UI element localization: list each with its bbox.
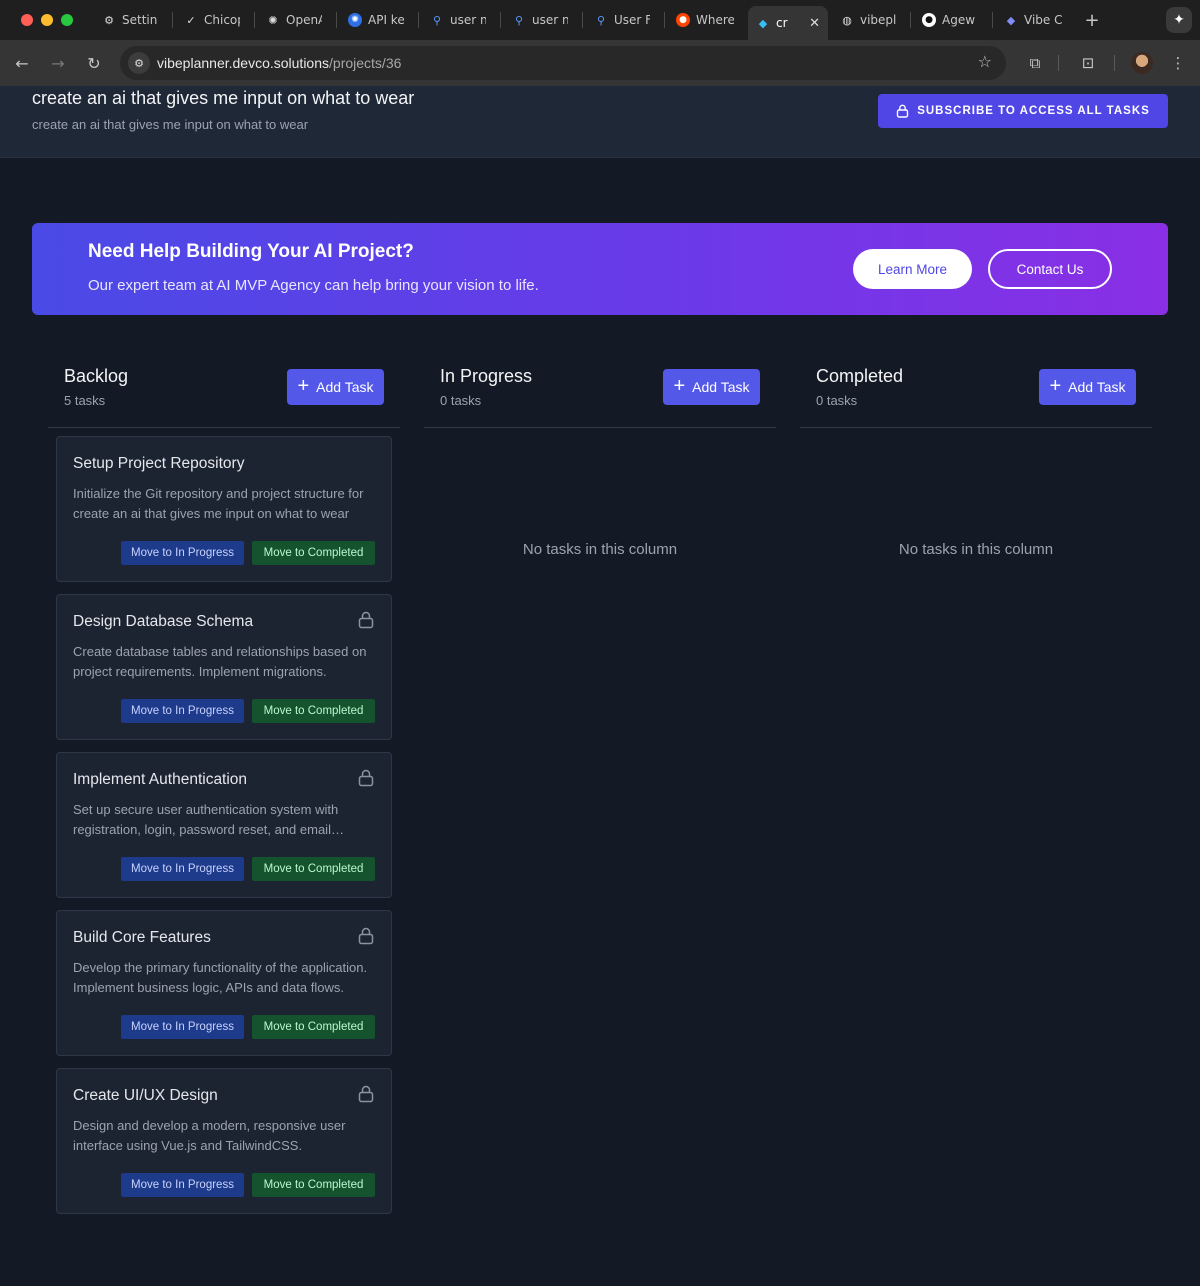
url-text: vibeplanner.devco.solutions/projects/36 — [157, 55, 402, 71]
menu-kebab-icon[interactable]: ⋮ — [1167, 52, 1189, 74]
task-description: Develop the primary functionality of the… — [73, 960, 368, 995]
lock-icon — [358, 927, 374, 945]
minimize-window-button[interactable] — [41, 14, 53, 26]
move-to-completed-button[interactable]: Move to Completed — [252, 1015, 375, 1039]
move-to-completed-button[interactable]: Move to Completed — [252, 699, 375, 723]
column-title: Backlog — [64, 366, 129, 386]
task-card[interactable]: Design Database Schema Create database t… — [56, 594, 392, 740]
column-title: Completed — [816, 366, 904, 386]
browser-tab-settings[interactable]: ⚙ Settings — [94, 6, 166, 34]
check-icon: ✓ — [186, 13, 196, 27]
gemini-icon[interactable]: ✦ — [1166, 7, 1192, 33]
task-card[interactable]: Implement Authentication Set up secure u… — [56, 752, 392, 898]
task-card[interactable]: Create UI/UX Design Design and develop a… — [56, 1068, 392, 1214]
column-backlog-header: Backlog 5 tasks + Add Task — [48, 360, 400, 428]
column-completed-header: Completed 0 tasks + Add Task — [800, 360, 1152, 428]
globe-icon: ◍ — [842, 13, 852, 27]
browser-tab-bar: ⚙ Settings ✓ Chicop ✺ OpenAI ✺ API keys … — [0, 0, 1200, 40]
browser-tab-vibe[interactable]: ◆ Vibe C — [996, 6, 1070, 34]
add-task-button[interactable]: + Add Task — [1039, 369, 1136, 405]
task-title: Setup Project Repository — [73, 455, 245, 472]
extensions-icon[interactable]: ⧉ — [1024, 52, 1046, 74]
browser-tab-search-1[interactable]: ⚲ user n — [422, 6, 494, 34]
task-card[interactable]: Setup Project Repository Initialize the … — [56, 436, 392, 582]
browser-tab-chicop[interactable]: ✓ Chicop — [176, 6, 248, 34]
project-title: create an ai that gives me input on what… — [32, 88, 415, 108]
lock-icon — [896, 104, 909, 118]
empty-column-message: No tasks in this column — [522, 541, 678, 558]
add-task-button[interactable]: + Add Task — [663, 369, 760, 405]
close-window-button[interactable] — [21, 14, 33, 26]
lock-icon — [358, 769, 374, 787]
plus-icon: + — [297, 375, 310, 397]
back-button[interactable]: ← — [10, 51, 34, 75]
move-to-in-progress-button[interactable]: Move to In Progress — [121, 1015, 244, 1039]
reload-button[interactable]: ↻ — [82, 51, 106, 75]
plus-icon: + — [673, 375, 686, 397]
column-task-count: 0 tasks — [816, 393, 858, 408]
browser-tab-vibeplanner[interactable]: ◍ vibepl — [832, 6, 906, 34]
task-description: Create database tables and relationships… — [73, 644, 367, 679]
task-title: Design Database Schema — [73, 613, 254, 630]
browser-toolbar: ← → ↻ ⚙ vibeplanner.devco.solutions/proj… — [0, 40, 1200, 86]
move-to-in-progress-button[interactable]: Move to In Progress — [121, 857, 244, 881]
new-tab-button[interactable]: + — [1082, 8, 1102, 32]
github-icon: ● — [922, 13, 936, 27]
task-description: Initialize the Git repository and projec… — [73, 486, 364, 521]
close-tab-icon[interactable]: ✕ — [809, 16, 820, 31]
move-to-completed-button[interactable]: Move to Completed — [252, 541, 375, 565]
subscribe-button[interactable]: SUBSCRIBE TO ACCESS ALL TASKS — [878, 94, 1168, 128]
column-in-progress-header: In Progress 0 tasks + Add Task — [424, 360, 776, 428]
task-description: Set up secure user authentication system… — [73, 802, 339, 837]
tab-search-icon[interactable]: ⊡ — [1077, 52, 1099, 74]
search-icon: ⚲ — [432, 13, 442, 27]
empty-column-message: No tasks in this column — [898, 541, 1054, 558]
banner-title: Need Help Building Your AI Project? — [88, 241, 414, 262]
openai-blue-icon: ✺ — [348, 13, 362, 27]
browser-tab-api-keys[interactable]: ✺ API keys — [340, 6, 412, 34]
add-task-button[interactable]: + Add Task — [287, 369, 384, 405]
browser-tab-openai[interactable]: ✺ OpenAI — [258, 6, 330, 34]
column-task-count: 5 tasks — [64, 393, 106, 408]
task-title: Create UI/UX Design — [73, 1087, 218, 1104]
profile-avatar[interactable] — [1131, 52, 1153, 74]
task-card[interactable]: Build Core Features Develop the primary … — [56, 910, 392, 1056]
plus-icon: + — [1049, 375, 1062, 397]
agency-banner: Need Help Building Your AI Project? Our … — [32, 223, 1168, 315]
site-info-icon[interactable]: ⚙ — [128, 52, 150, 74]
learn-more-button[interactable]: Learn More — [853, 249, 972, 289]
task-description: Design and develop a modern, responsive … — [73, 1118, 346, 1153]
address-bar[interactable]: ⚙ vibeplanner.devco.solutions/projects/3… — [120, 46, 1006, 80]
cube-icon: ◆ — [1006, 13, 1016, 27]
project-header: create an ai that gives me input on what… — [0, 86, 1200, 158]
forward-button[interactable]: → — [46, 51, 70, 75]
search-icon: ⚲ — [514, 13, 524, 27]
browser-tab-active[interactable]: ◆ cr ✕ — [748, 6, 828, 40]
bookmark-star-icon[interactable]: ☆ — [978, 52, 992, 71]
move-to-in-progress-button[interactable]: Move to In Progress — [121, 699, 244, 723]
project-subtitle: create an ai that gives me input on what… — [32, 117, 309, 132]
browser-tab-reddit[interactable]: ● Where — [668, 6, 742, 34]
task-title: Build Core Features — [73, 929, 211, 946]
lock-icon — [358, 611, 374, 629]
banner-text: Our expert team at AI MVP Agency can hel… — [88, 277, 539, 294]
cube-icon: ◆ — [758, 16, 768, 30]
browser-tab-github[interactable]: ● Agew — [914, 6, 988, 34]
gear-icon: ⚙ — [104, 13, 114, 27]
column-task-count: 0 tasks — [440, 393, 482, 408]
move-to-completed-button[interactable]: Move to Completed — [252, 1173, 375, 1197]
move-to-in-progress-button[interactable]: Move to In Progress — [121, 1173, 244, 1197]
move-to-in-progress-button[interactable]: Move to In Progress — [121, 541, 244, 565]
openai-icon: ✺ — [268, 13, 278, 27]
move-to-completed-button[interactable]: Move to Completed — [252, 857, 375, 881]
reddit-icon: ● — [676, 13, 690, 27]
search-icon: ⚲ — [596, 13, 606, 27]
contact-us-button[interactable]: Contact Us — [988, 249, 1112, 289]
maximize-window-button[interactable] — [61, 14, 73, 26]
browser-tab-search-3[interactable]: ⚲ User F — [586, 6, 658, 34]
browser-tab-search-2[interactable]: ⚲ user n — [504, 6, 576, 34]
column-title: In Progress — [440, 366, 533, 386]
lock-icon — [358, 1085, 374, 1103]
task-title: Implement Authentication — [73, 771, 248, 788]
